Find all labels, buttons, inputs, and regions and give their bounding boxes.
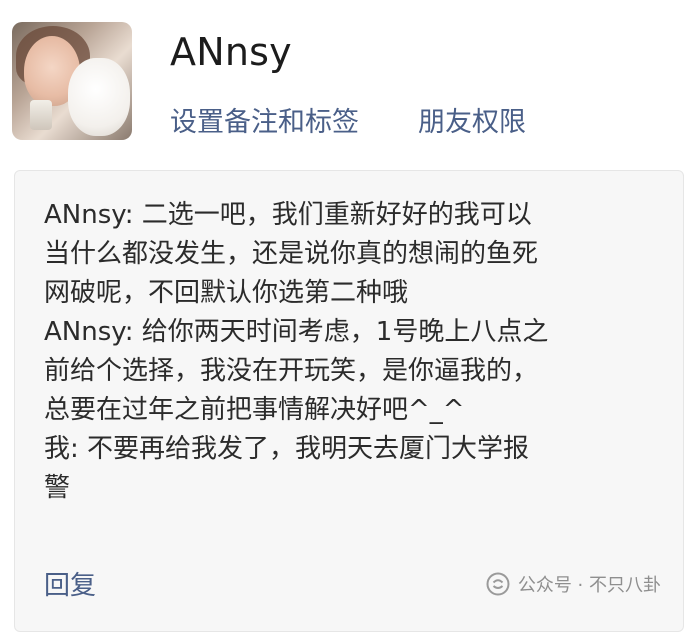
reply-link[interactable]: 回复	[44, 565, 96, 602]
message-line: ANnsy: 二选一吧，我们重新好好的我可以	[44, 200, 532, 230]
contact-header: ANnsy 设置备注和标签 朋友权限	[0, 0, 699, 160]
message-line: 总要在过年之前把事情解决好吧^_^	[44, 395, 465, 425]
message-line: 当什么都没发生，还是说你真的想闹的鱼死	[44, 239, 539, 269]
message-text: ANnsy: 二选一吧，我们重新好好的我可以 当什么都没发生，还是说你真的想闹的…	[44, 196, 644, 508]
message-line: ANnsy: 给你两天时间考虑，1号晚上八点之	[44, 317, 549, 347]
message-line: 我: 不要再给我发了，我明天去厦门大学报	[44, 434, 530, 464]
message-line: 前给个选择，我没在开玩笑，是你逼我的，	[44, 356, 539, 386]
avatar-cup-shape	[30, 100, 52, 130]
friend-permissions-link[interactable]: 朋友权限	[418, 100, 526, 139]
set-remark-and-tags-link[interactable]: 设置备注和标签	[170, 100, 359, 139]
message-line: 警	[44, 473, 71, 503]
watermark-text: 公众号 · 不只八卦	[517, 575, 661, 596]
message-line: 网破呢，不回默认你选第二种哦	[44, 278, 409, 308]
wechat-official-account-icon	[486, 572, 510, 596]
avatar-teddy-bear-shape	[68, 58, 130, 136]
watermark: 公众号 · 不只八卦	[486, 571, 661, 597]
message-card: ANnsy: 二选一吧，我们重新好好的我可以 当什么都没发生，还是说你真的想闹的…	[14, 170, 684, 632]
contact-name: ANnsy	[170, 30, 292, 74]
contact-avatar[interactable]	[12, 22, 132, 140]
